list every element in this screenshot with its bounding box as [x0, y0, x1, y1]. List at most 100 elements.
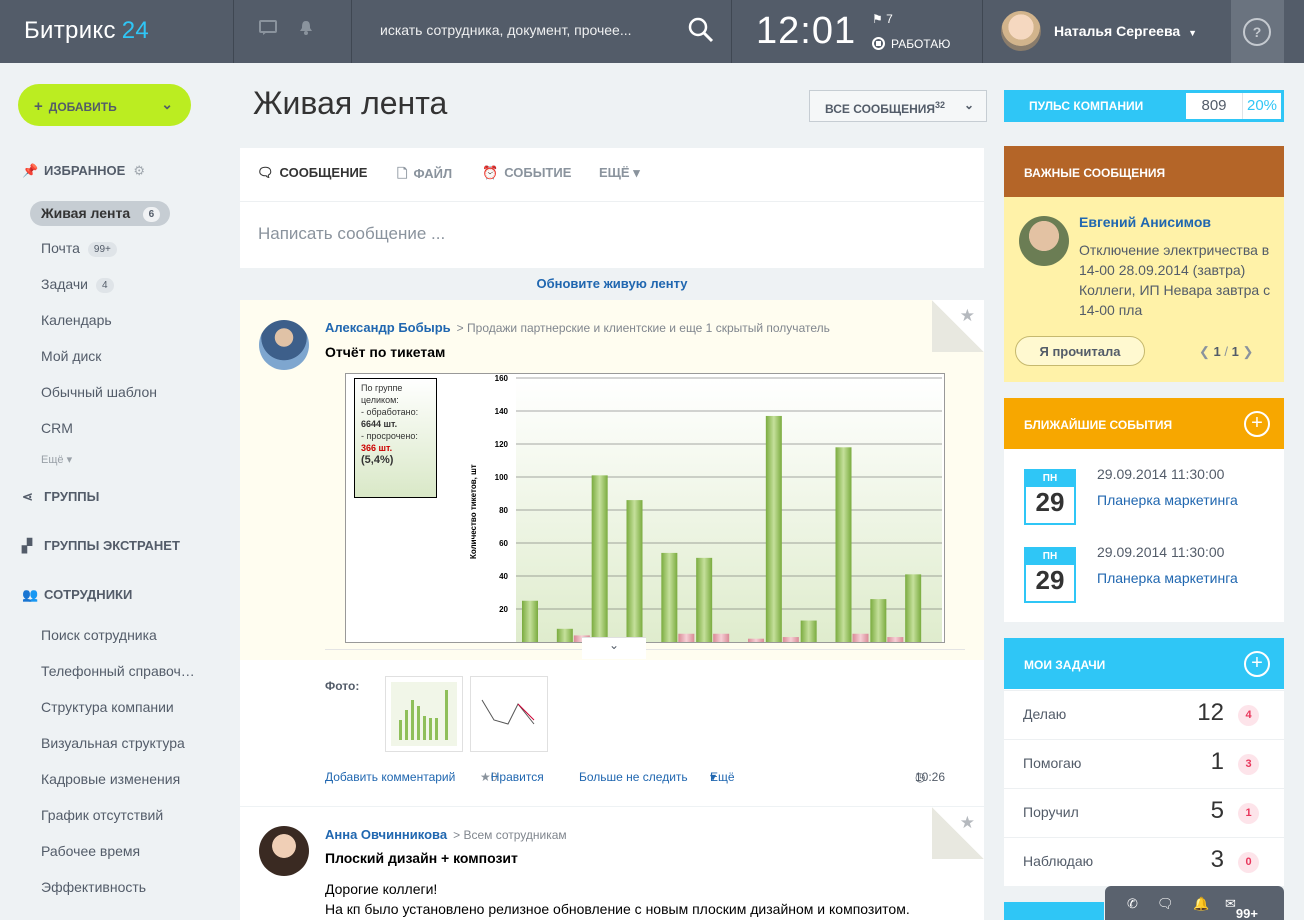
tickets-chart[interactable]: По группе целиком: - обработано: 6644 шт…	[345, 373, 945, 643]
task-row-doing[interactable]: Делаю 12 4	[1004, 690, 1284, 739]
mark-read-button[interactable]: Я прочитала	[1015, 336, 1145, 366]
bar-overdue	[678, 633, 695, 642]
pin-icon: 📌	[22, 163, 39, 178]
menu-item-template[interactable]: Обычный шаблон	[41, 384, 157, 400]
people-icon: 👥	[22, 587, 39, 602]
pulse-label: ПУЛЬС КОМПАНИИ	[1029, 99, 1144, 113]
clock[interactable]: 12:01	[756, 10, 856, 53]
logo[interactable]: Битрикс 24	[24, 17, 149, 45]
tab-message[interactable]: 🗨 СООБЩЕНИЕ	[257, 165, 367, 181]
menu-item-efficiency[interactable]: Эффективность	[41, 879, 146, 895]
menu-item-disk[interactable]: Мой диск	[41, 348, 101, 364]
star-icon[interactable]: ★	[960, 306, 975, 326]
post-recipients[interactable]: > Всем сотрудникам	[453, 828, 567, 842]
pulse-value: 809	[1186, 93, 1242, 119]
task-row-assigned[interactable]: Поручил 5 1	[1004, 788, 1284, 837]
search-input[interactable]: искать сотрудника, документ, прочее...	[380, 22, 632, 38]
add-task-button[interactable]: +	[1244, 651, 1270, 677]
post-author[interactable]: Анна Овчинникова > Всем сотрудникам	[325, 827, 567, 842]
avatar[interactable]	[1019, 216, 1069, 266]
task-row-watching[interactable]: Наблюдаю 3 0	[1004, 837, 1284, 886]
event-link[interactable]: Планерка маркетинга	[1097, 492, 1238, 508]
menu-item-absence[interactable]: График отсутствий	[41, 807, 163, 823]
more-actions-link[interactable]: Ещё ▾	[710, 770, 735, 784]
phone-icon[interactable]: ✆	[1127, 896, 1138, 912]
menu-item-calendar[interactable]: Календарь	[41, 312, 112, 328]
message-text[interactable]: Отключение электричества в 14-00 28.09.2…	[1079, 240, 1279, 320]
chat-icon[interactable]	[259, 20, 279, 40]
user-menu[interactable]: Наталья Сергеева ▼	[1054, 23, 1197, 39]
like-count[interactable]: ★ 0 Нравится	[480, 770, 544, 784]
menu-item-hr-changes[interactable]: Кадровые изменения	[41, 771, 180, 787]
chart-plot: 160 140 120 100 80 60 40 20 Количество тикетов, …	[469, 374, 942, 642]
task-row-helping[interactable]: Помогаю 1 3	[1004, 739, 1284, 788]
work-status[interactable]: РАБОТАЮ	[872, 37, 950, 51]
widget-title: ВАЖНЫЕ СООБЩЕНИЯ	[1024, 166, 1166, 180]
chat-icon[interactable]: 🗨	[1157, 896, 1174, 912]
add-comment-link[interactable]: Добавить комментарий	[325, 770, 455, 784]
menu-item-live-feed[interactable]: Живая лента 6	[30, 201, 171, 226]
add-button[interactable]: + ДОБАВИТЬ ⌄	[18, 84, 191, 126]
unfollow-link[interactable]: Больше не следить	[579, 770, 688, 784]
post-text: На кп было установлено релизное обновлен…	[325, 901, 910, 917]
menu-item-visual-structure[interactable]: Визуальная структура	[41, 735, 185, 751]
bell-icon[interactable]: 🔔	[1193, 896, 1209, 912]
favorites-header[interactable]: 📌 ИЗБРАННОЕ ⚙	[22, 163, 145, 179]
divider	[233, 0, 234, 63]
add-event-button[interactable]: +	[1244, 411, 1270, 437]
feed-post: ★ Александр Бобырь > Продажи партнерские …	[240, 300, 984, 806]
widget-edge	[1004, 902, 1104, 920]
arrow-left-icon[interactable]: ❮	[1199, 344, 1210, 359]
more-link[interactable]: Ещё ▾	[41, 453, 72, 466]
star-icon[interactable]: ★	[960, 813, 975, 833]
menu-item-mail[interactable]: Почта 99+	[41, 240, 117, 257]
share-icon: ⋖	[22, 489, 33, 504]
y-tick-label: 120	[495, 440, 509, 449]
search-bar[interactable]: искать сотрудника, документ, прочее...	[351, 0, 731, 63]
avatar[interactable]	[259, 826, 309, 876]
post-recipients[interactable]: > Продажи партнерские и клиентские и еще…	[457, 321, 830, 335]
extranet-header[interactable]: ▞ ГРУППЫ ЭКСТРАНЕТ	[22, 538, 180, 554]
tab-more[interactable]: ЕЩЁ ▾	[599, 165, 640, 181]
event-link[interactable]: Планерка маркетинга	[1097, 570, 1238, 586]
refresh-feed-link[interactable]: Обновите живую ленту	[240, 276, 984, 291]
post-title: Плоский дизайн + композит	[325, 850, 518, 866]
y-tick-label: 160	[495, 374, 509, 383]
menu-item-company-structure[interactable]: Структура компании	[41, 699, 174, 715]
menu-item-crm[interactable]: CRM	[41, 420, 73, 436]
arrow-right-icon[interactable]: ❯	[1243, 344, 1254, 359]
filter-dropdown[interactable]: ВСЕ СООБЩЕНИЯ32 ⌄	[809, 90, 987, 122]
menu-item-tasks[interactable]: Задачи 4	[41, 276, 114, 293]
menu-item-worktime[interactable]: Рабочее время	[41, 843, 140, 859]
y-tick-label: 140	[495, 407, 509, 416]
help-button[interactable]: ?	[1231, 0, 1284, 63]
message-input[interactable]: Написать сообщение ...	[258, 224, 445, 244]
caret-down-icon: ▼	[1188, 28, 1198, 38]
menu-item-phonebook[interactable]: Телефонный справоч…	[41, 663, 195, 679]
gear-icon[interactable]: ⚙	[133, 163, 145, 178]
clock-icon: ⏰	[482, 165, 499, 180]
photo-thumbnail[interactable]	[470, 676, 548, 752]
bell-icon[interactable]	[299, 20, 319, 40]
expand-button[interactable]: ⌄	[582, 637, 646, 659]
tab-file[interactable]: 🗋 ФАЙЛ	[397, 165, 452, 187]
company-pulse[interactable]: ПУЛЬС КОМПАНИИ 809 20%	[1004, 90, 1284, 122]
mail-icon[interactable]: ✉ 99+	[1225, 896, 1258, 920]
groups-header[interactable]: ⋖ ГРУППЫ	[22, 489, 99, 505]
calendar-date: ПН 29	[1024, 469, 1076, 525]
message-author[interactable]: Евгений Анисимов	[1079, 214, 1211, 230]
employees-header[interactable]: 👥 СОТРУДНИКИ	[22, 587, 132, 603]
avatar[interactable]	[1001, 11, 1041, 51]
y-tick-label: 100	[495, 473, 509, 482]
bar-overdue	[887, 637, 904, 642]
left-menu: + ДОБАВИТЬ ⌄ 📌 ИЗБРАННОЕ ⚙ Живая лента 6 Почт…	[0, 63, 230, 920]
bar-processed	[626, 500, 643, 642]
flag-counter[interactable]: ⚑ 7	[872, 12, 893, 26]
photo-thumbnail[interactable]	[385, 676, 463, 752]
tab-event[interactable]: ⏰ СОБЫТИЕ	[482, 165, 571, 181]
avatar[interactable]	[259, 320, 309, 370]
important-messages-widget: ВАЖНЫЕ СООБЩЕНИЯ Евгений Анисимов Отключ…	[1004, 146, 1284, 382]
post-author[interactable]: Александр Бобырь > Продажи партнерские и …	[325, 320, 830, 335]
menu-item-find-employee[interactable]: Поиск сотрудника	[41, 627, 157, 643]
search-icon[interactable]	[687, 16, 715, 47]
